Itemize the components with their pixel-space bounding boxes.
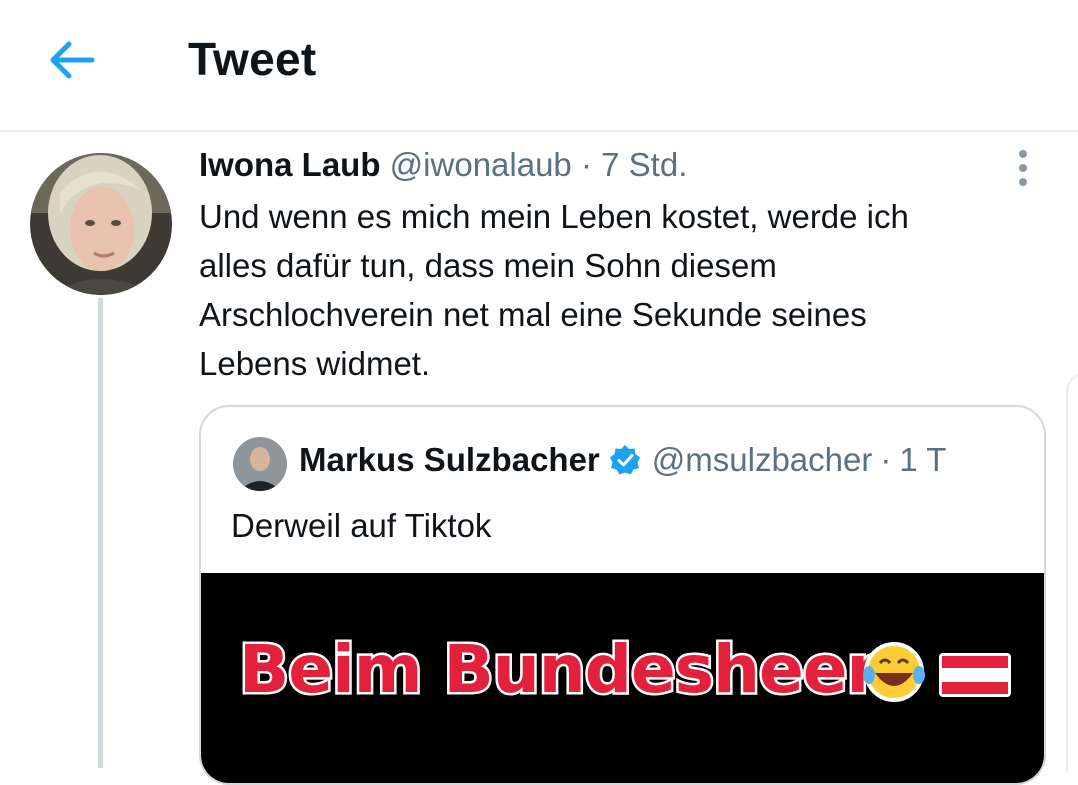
verified-badge-icon xyxy=(608,443,642,477)
more-options-button[interactable] xyxy=(1008,148,1038,188)
thread-line xyxy=(98,298,103,768)
page-title: Tweet xyxy=(188,33,317,85)
laughing-tears-emoji-icon xyxy=(863,642,925,702)
austria-flag-icon xyxy=(939,653,1011,697)
arrow-left-icon xyxy=(50,41,95,79)
tweet-text-line: Und wenn es mich mein Leben kostet, werd… xyxy=(199,198,909,235)
tweet-text-line: Lebens widmet. xyxy=(199,345,431,382)
adjacent-card-edge xyxy=(1066,372,1078,772)
quote-author-avatar xyxy=(233,437,287,491)
header-divider xyxy=(0,130,1078,132)
quote-text: Derweil auf Tiktok xyxy=(231,507,492,544)
quote-author-name: Markus Sulzbacher xyxy=(299,441,600,478)
quote-author-handle: @msulzbacher xyxy=(651,441,873,478)
more-vertical-icon xyxy=(1019,150,1027,186)
author-name[interactable]: Iwona Laub xyxy=(199,146,381,183)
tweet-text-line: Arschlochverein net mal eine Sekunde sei… xyxy=(199,296,867,333)
meta-separator: · xyxy=(580,146,592,183)
tweet-text-line: alles dafür tun, dass mein Sohn diesem xyxy=(199,247,777,284)
quote-header: Markus Sulzbacher @msulzbacher · 1 T xyxy=(299,441,946,479)
tweet-text: Und wenn es mich mein Leben kostet, werd… xyxy=(199,192,1019,388)
top-bar: Tweet xyxy=(0,0,1078,130)
author-handle[interactable]: @iwonalaub xyxy=(390,146,572,183)
tweet-time[interactable]: 7 Std. xyxy=(601,146,687,183)
tweet-header: Iwona Laub @iwonalaub · 7 Std. xyxy=(199,146,687,184)
quote-time: 1 T xyxy=(899,441,947,478)
media-caption: Beim Bundesheer xyxy=(236,629,881,711)
quote-media-video[interactable]: Beim Bundesheer xyxy=(201,573,1044,783)
author-avatar[interactable] xyxy=(30,153,172,295)
meta-separator: · xyxy=(880,441,892,478)
back-button[interactable] xyxy=(44,35,100,85)
quoted-tweet-card[interactable]: Markus Sulzbacher @msulzbacher · 1 T Der… xyxy=(199,405,1046,785)
